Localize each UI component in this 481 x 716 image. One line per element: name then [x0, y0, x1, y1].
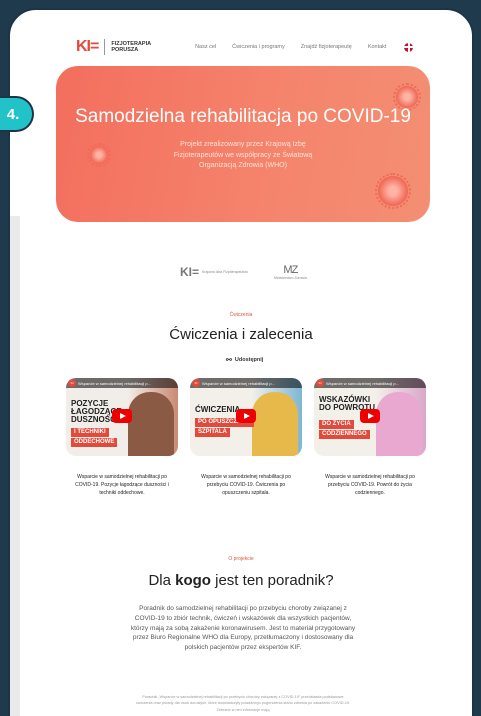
video-card: KI Wsparcie w samodzielnej rehabilitacji …: [314, 378, 426, 497]
play-icon[interactable]: [360, 409, 380, 423]
top-nav: KI= FIZJOTERAPIA PORUSZA Nasz cel Ćwicze…: [76, 34, 436, 60]
person-image: [128, 392, 174, 456]
thumb-heading: ĆWICZENIA: [195, 405, 241, 414]
play-icon[interactable]: [112, 409, 132, 423]
partner-logos: KI= Krajowa Izba Fizjoterapeutów MZ Mini…: [180, 262, 320, 282]
person-image: [376, 392, 422, 456]
thumb-tag: DO ŻYCIA: [319, 420, 354, 429]
channel-avatar: KI: [316, 379, 324, 387]
language-flag-icon[interactable]: [404, 42, 414, 52]
video-title-bar: KI Wsparcie w samodzielnej rehabilitacji …: [190, 378, 302, 388]
video-bar-text: Wsparcie w samodzielnej rehabilitacji p.…: [202, 380, 275, 386]
thumb-tag: ODDECHOWE: [71, 438, 118, 447]
about-title: Dla kogo jest ten poradnik?: [10, 572, 472, 589]
about-fine-print: Poradnik „Wsparcie w samodzielnej rehabi…: [135, 695, 350, 712]
about-body: Poradnik do samodzielnej rehabilitacji p…: [130, 605, 356, 651]
about-title-pre: Dla: [148, 572, 176, 589]
virus-icon: [393, 83, 421, 111]
about-kicker: O projekcie: [228, 556, 254, 562]
logo-divider: [104, 39, 106, 55]
thumb-tag: I TECHNIKI: [71, 428, 109, 437]
share-label: Udostępnij: [234, 357, 264, 363]
exercises-title: Ćwiczenia i zalecenia: [169, 326, 313, 343]
about-title-post: jest ten poradnik?: [210, 572, 334, 589]
video-caption[interactable]: Wsparcie w samodzielnej rehabilitacji po…: [314, 474, 426, 497]
ministry-mark: MZ: [283, 264, 298, 276]
virus-icon: [375, 173, 411, 209]
video-thumbnail[interactable]: KI Wsparcie w samodzielnej rehabilitacji …: [66, 378, 178, 456]
device-frame: 4. KI= FIZJOTERAPIA PORUSZA Nasz cel Ćwi…: [0, 0, 481, 716]
video-list: KI Wsparcie w samodzielnej rehabilitacji …: [66, 378, 426, 497]
hero-subtitle: Projekt zrealizowany przez Krajową Izbę …: [173, 141, 313, 169]
nav-link-find-physio[interactable]: Znajdź fizjoterapeutę: [301, 44, 352, 50]
person-image: [252, 392, 298, 456]
nav-link-exercises[interactable]: Ćwiczenia i programy: [232, 44, 285, 50]
share-icon: ⚯: [226, 357, 232, 364]
left-strip: [10, 216, 20, 716]
video-title-bar: KI Wsparcie w samodzielnej rehabilitacji …: [66, 378, 178, 388]
kif-text: Krajowa Izba Fizjoterapeutów: [202, 269, 248, 274]
video-card: KI Wsparcie w samodzielnej rehabilitacji …: [66, 378, 178, 497]
video-bar-text: Wsparcie w samodzielnej rehabilitacji p.…: [326, 380, 399, 386]
channel-avatar: KI: [68, 379, 76, 387]
thumb-tag: SZPITALA: [195, 428, 230, 437]
nav-link-contact[interactable]: Kontakt: [368, 44, 387, 50]
video-bar-text: Wsparcie w samodzielnej rehabilitacji p.…: [78, 380, 151, 386]
about-title-bold: kogo: [175, 572, 211, 589]
site-logo[interactable]: KI= FIZJOTERAPIA PORUSZA: [76, 38, 151, 56]
logo-text: FIZJOTERAPIA PORUSZA: [111, 41, 151, 54]
thumb-tag: CODZIENNEGO: [319, 430, 370, 439]
nav-link-goal[interactable]: Nasz cel: [195, 44, 216, 50]
nav-links: Nasz cel Ćwiczenia i programy Znajdź fiz…: [195, 42, 414, 52]
logo-line-2: PORUSZA: [111, 47, 139, 53]
hero-banner: Samodzielna rehabilitacja po COVID-19 Pr…: [56, 66, 430, 222]
play-icon[interactable]: [236, 409, 256, 423]
kif-logo[interactable]: KI= Krajowa Izba Fizjoterapeutów: [180, 265, 248, 279]
share-button[interactable]: ⚯ Udostępnij: [226, 356, 263, 364]
hero-title: Samodzielna rehabilitacja po COVID-19: [75, 106, 411, 127]
video-caption[interactable]: Wsparcie w samodzielnej rehabilitacji po…: [190, 474, 302, 497]
exercises-kicker: Ćwiczenia: [229, 312, 253, 318]
video-thumbnail[interactable]: KI Wsparcie w samodzielnej rehabilitacji …: [314, 378, 426, 456]
logo-line-1: FIZJOTERAPIA: [111, 40, 152, 47]
ministry-logo[interactable]: MZ Ministerstwo Zdrowia: [274, 264, 307, 280]
video-card: KI Wsparcie w samodzielnej rehabilitacji …: [190, 378, 302, 497]
video-caption[interactable]: Wsparcie w samodzielnej rehabilitacji po…: [66, 474, 178, 497]
browser-page: KI= FIZJOTERAPIA PORUSZA Nasz cel Ćwicze…: [8, 8, 474, 716]
video-thumbnail[interactable]: KI Wsparcie w samodzielnej rehabilitacji …: [190, 378, 302, 456]
logo-mark: KI=: [76, 38, 99, 55]
kif-mark: KI=: [180, 265, 200, 279]
ministry-text: Ministerstwo Zdrowia: [273, 276, 307, 280]
channel-avatar: KI: [192, 379, 200, 387]
video-title-bar: KI Wsparcie w samodzielnej rehabilitacji …: [314, 378, 426, 388]
virus-icon: [87, 143, 111, 167]
